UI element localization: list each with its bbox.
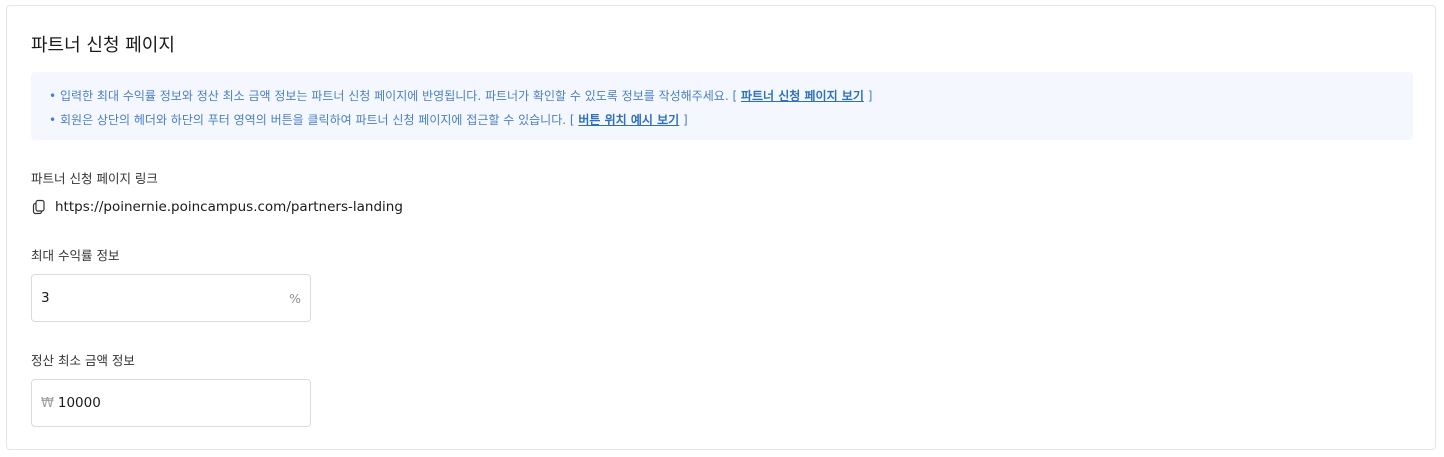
partner-link-url[interactable]: https://poinernie.poincampus.com/partner… [55,199,403,215]
partner-application-card: 파트너 신청 페이지 • 입력한 최대 수익률 정보와 정산 최소 금액 정보는 … [6,5,1436,450]
copy-icon[interactable] [31,199,47,215]
notice-line-2: • 회원은 상단의 헤더와 하단의 푸터 영역의 버튼을 클릭하여 파트너 신청 … [49,108,1413,132]
max-rate-value[interactable]: 3 [41,290,289,306]
bullet-icon: • [49,89,57,103]
won-currency-icon: ₩ [41,395,54,411]
notice-line-1-close: ] [863,89,873,103]
notice-line-2-close: ] [679,113,688,127]
bullet-icon: • [49,113,57,127]
min-amount-label: 정산 최소 금액 정보 [31,353,135,368]
notice-line-1: • 입력한 최대 수익률 정보와 정산 최소 금액 정보는 파트너 신청 페이지에… [49,84,1413,108]
min-amount-value[interactable]: 10000 [58,395,301,411]
partner-link-row: https://poinernie.poincampus.com/partner… [31,196,403,218]
max-rate-input[interactable]: 3 % [31,274,311,322]
min-amount-input[interactable]: ₩ 10000 [31,379,311,427]
section-title: 파트너 신청 페이지 [31,35,175,56]
view-button-location-link[interactable]: 버튼 위치 예시 보기 [578,113,679,127]
notice-line-2-text: 회원은 상단의 헤더와 하단의 푸터 영역의 버튼을 클릭하여 파트너 신청 페… [60,113,579,127]
percent-suffix: % [289,290,301,306]
notice-line-1-text: 입력한 최대 수익률 정보와 정산 최소 금액 정보는 파트너 신청 페이지에 … [60,89,741,103]
view-partner-page-link[interactable]: 파트너 신청 페이지 보기 [741,89,864,103]
partner-link-label: 파트너 신청 페이지 링크 [31,171,158,186]
max-rate-label: 최대 수익률 정보 [31,248,120,263]
info-notice: • 입력한 최대 수익률 정보와 정산 최소 금액 정보는 파트너 신청 페이지에… [31,72,1413,140]
